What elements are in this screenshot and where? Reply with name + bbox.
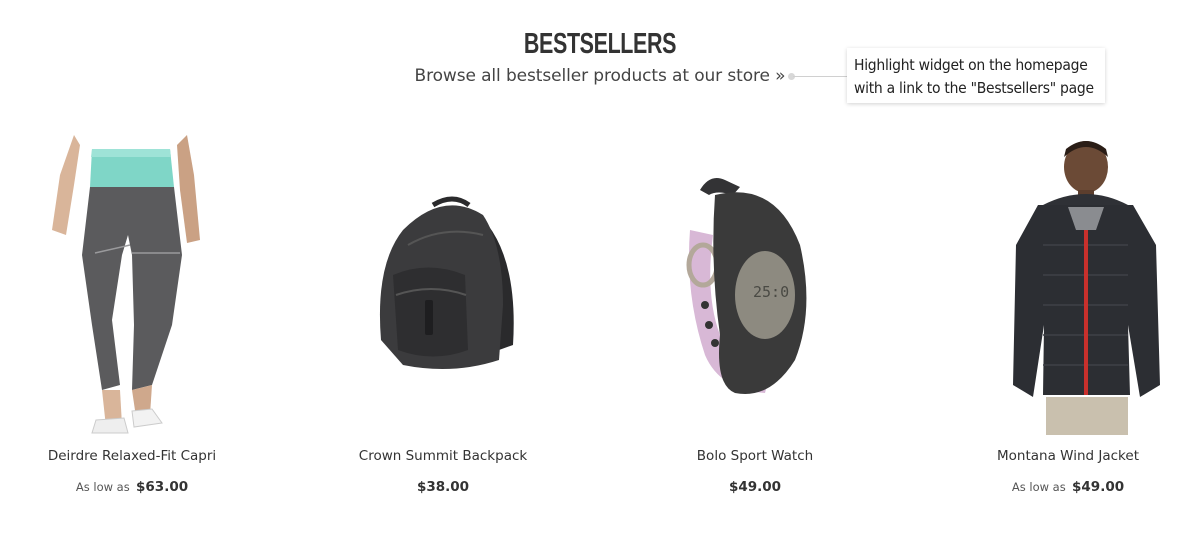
price-value: $63.00 — [136, 479, 189, 495]
product-name-link[interactable]: Crown Summit Backpack — [293, 448, 593, 464]
capri-pants-image — [52, 135, 200, 434]
product-price: $38.00 — [293, 479, 593, 495]
product-price: As low as $63.00 — [0, 479, 282, 495]
price-value: $38.00 — [416, 479, 470, 495]
price-value: $49.00 — [728, 479, 782, 495]
product-image-link[interactable] — [918, 135, 1200, 435]
product-image-link[interactable] — [0, 135, 282, 435]
callout-line-2: with a link to the "Bestsellers" page — [854, 79, 1094, 97]
wind-jacket-image — [1013, 141, 1160, 435]
price-prefix: As low as — [75, 480, 130, 494]
price-prefix: As low as — [1011, 480, 1066, 494]
product-name-link[interactable]: Bolo Sport Watch — [605, 448, 905, 464]
product-price: $49.00 — [605, 479, 905, 495]
svg-text:25:0: 25:0 — [753, 283, 789, 301]
product-image-link[interactable] — [293, 135, 593, 435]
product-name-link[interactable]: Montana Wind Jacket — [918, 448, 1200, 464]
price-value: $49.00 — [1072, 479, 1125, 495]
backpack-image — [379, 196, 514, 369]
product-price: As low as $49.00 — [918, 479, 1200, 495]
callout-line-1: Highlight widget on the homepage — [854, 56, 1088, 74]
annotation-callout: Highlight widget on the homepage with a … — [847, 48, 1105, 103]
product-image-link[interactable]: 25:0 — [605, 135, 905, 435]
callout-connector — [793, 76, 847, 77]
sport-watch-image: 25:0 — [686, 177, 807, 395]
product-name-link[interactable]: Deirdre Relaxed-Fit Capri — [0, 448, 282, 464]
